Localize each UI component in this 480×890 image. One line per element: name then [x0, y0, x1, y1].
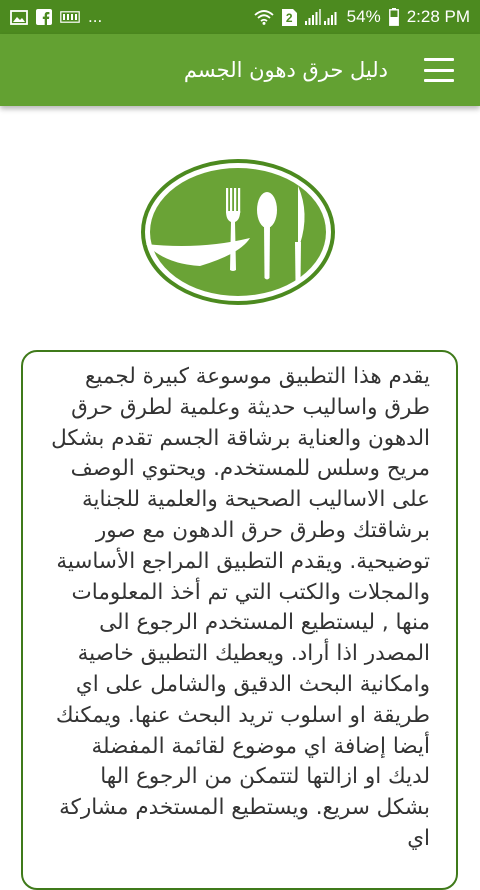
- menu-icon[interactable]: [424, 58, 454, 82]
- clock: 2:28 PM: [406, 7, 470, 26]
- image-notification-icon: [10, 9, 28, 25]
- status-bar-right: 2 54% 2:28 PM: [254, 7, 470, 27]
- status-bar-left: ...: [10, 7, 102, 27]
- battery-percent: 54%: [346, 7, 381, 26]
- sim-status-icon: [60, 11, 80, 23]
- wifi-icon: [254, 9, 274, 25]
- battery-icon: [388, 8, 399, 26]
- app-bar: دليل حرق دهون الجسم: [0, 34, 480, 106]
- sim-slot-icon: 2: [281, 8, 297, 26]
- app-title: دليل حرق دهون الجسم: [183, 58, 388, 82]
- signal-icon: [304, 9, 339, 25]
- description-card[interactable]: يقدم هذا التطبيق موسوعة كبيرة لجميع طرق …: [21, 350, 458, 890]
- more-notifications-indicator: ...: [88, 7, 103, 26]
- app-logo: [140, 158, 336, 306]
- facebook-icon: [36, 9, 52, 25]
- sim-slot-label: 2: [285, 11, 293, 25]
- description-text: يقدم هذا التطبيق موسوعة كبيرة لجميع طرق …: [51, 364, 430, 851]
- status-bar: ... 2 54% 2:28 PM: [0, 0, 480, 34]
